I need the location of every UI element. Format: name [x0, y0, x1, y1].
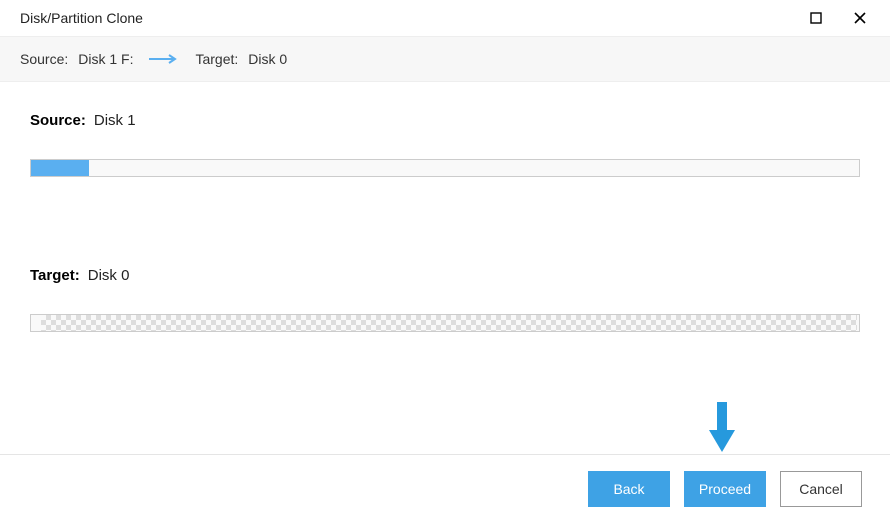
titlebar: Disk/Partition Clone — [0, 0, 890, 36]
proceed-button[interactable]: Proceed — [684, 471, 766, 507]
close-icon — [853, 11, 867, 25]
target-disk-bar[interactable] — [30, 314, 860, 332]
source-disk-bar[interactable] — [30, 159, 860, 177]
source-label: Source: — [30, 112, 86, 129]
footer: Back Proceed Cancel — [0, 454, 890, 523]
back-button[interactable]: Back — [588, 471, 670, 507]
target-section-header: Target: Disk 0 — [30, 267, 860, 284]
path-bar: Source: Disk 1 F: Target: Disk 0 — [0, 36, 890, 82]
path-source-label: Source: — [20, 51, 68, 67]
close-button[interactable] — [852, 10, 868, 26]
target-value: Disk 0 — [88, 267, 130, 284]
source-section-header: Source: Disk 1 — [30, 112, 860, 129]
arrow-right-icon — [149, 51, 179, 67]
path-target-label: Target: — [195, 51, 238, 67]
target-disk-unallocated — [41, 315, 857, 331]
window-controls — [808, 10, 878, 26]
window-title: Disk/Partition Clone — [20, 10, 143, 26]
main-content: Source: Disk 1 Target: Disk 0 — [0, 82, 890, 332]
cancel-button[interactable]: Cancel — [780, 471, 862, 507]
maximize-icon — [810, 12, 822, 24]
maximize-button[interactable] — [808, 10, 824, 26]
source-value: Disk 1 — [94, 112, 136, 129]
path-target-value: Disk 0 — [248, 51, 287, 67]
path-source-value: Disk 1 F: — [78, 51, 133, 67]
source-disk-fill — [31, 160, 89, 176]
target-label: Target: — [30, 267, 80, 284]
annotation-arrow-icon — [707, 402, 737, 459]
